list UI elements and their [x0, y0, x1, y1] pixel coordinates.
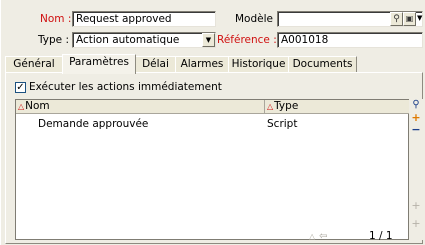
window: Nom : Request approved Modèle : ⚲ ▣ ▼ Ty…	[0, 0, 425, 245]
search-icon[interactable]: ⚲	[390, 12, 403, 26]
add-icon: +	[411, 199, 421, 212]
sort-arrow-icon: △	[267, 102, 274, 111]
tab-general[interactable]: Général	[5, 56, 63, 73]
search-icon[interactable]: ⚲	[410, 99, 422, 111]
column-header-name[interactable]: △Nom	[16, 100, 265, 114]
name-field[interactable]: Request approved	[72, 11, 216, 27]
tab-alarmes[interactable]: Alarmes	[175, 56, 229, 73]
type-label: Type :	[38, 34, 69, 46]
add-icon: +	[411, 217, 421, 230]
tab-historique[interactable]: Historique	[228, 56, 289, 73]
nav-arrow-icon[interactable]: △	[309, 232, 315, 241]
row-name: Demande approuvée	[38, 118, 149, 130]
dropdown-arrow-icon[interactable]: ▼	[417, 14, 422, 22]
row-type: Script	[267, 118, 298, 130]
pager: 1 / 1	[369, 230, 393, 242]
name-label: Nom :	[40, 13, 72, 25]
actions-list[interactable]: △Nom △Type Demande approuvée Script	[15, 99, 410, 240]
execute-checkbox[interactable]: ✓	[15, 82, 26, 93]
model-picker-icon[interactable]: ▣	[403, 12, 416, 26]
tab-delai[interactable]: Délai	[135, 56, 176, 73]
reference-field[interactable]: A001018	[277, 32, 423, 48]
model-label: Modèle :	[235, 13, 280, 25]
tab-documents[interactable]: Documents	[288, 56, 357, 73]
nav-arrow-icon[interactable]: ⇦	[319, 231, 327, 242]
sort-arrow-icon: △	[18, 102, 25, 111]
execute-label: Exécuter les actions immédiatement	[29, 81, 222, 93]
chevron-down-icon[interactable]: ▼	[202, 33, 215, 47]
column-header-type[interactable]: △Type	[265, 100, 410, 114]
type-select[interactable]: Action automatique	[72, 32, 216, 48]
tab-parametres[interactable]: Paramètres	[62, 54, 136, 74]
reference-label: Référence :	[217, 34, 277, 46]
remove-icon[interactable]: −	[410, 124, 422, 136]
